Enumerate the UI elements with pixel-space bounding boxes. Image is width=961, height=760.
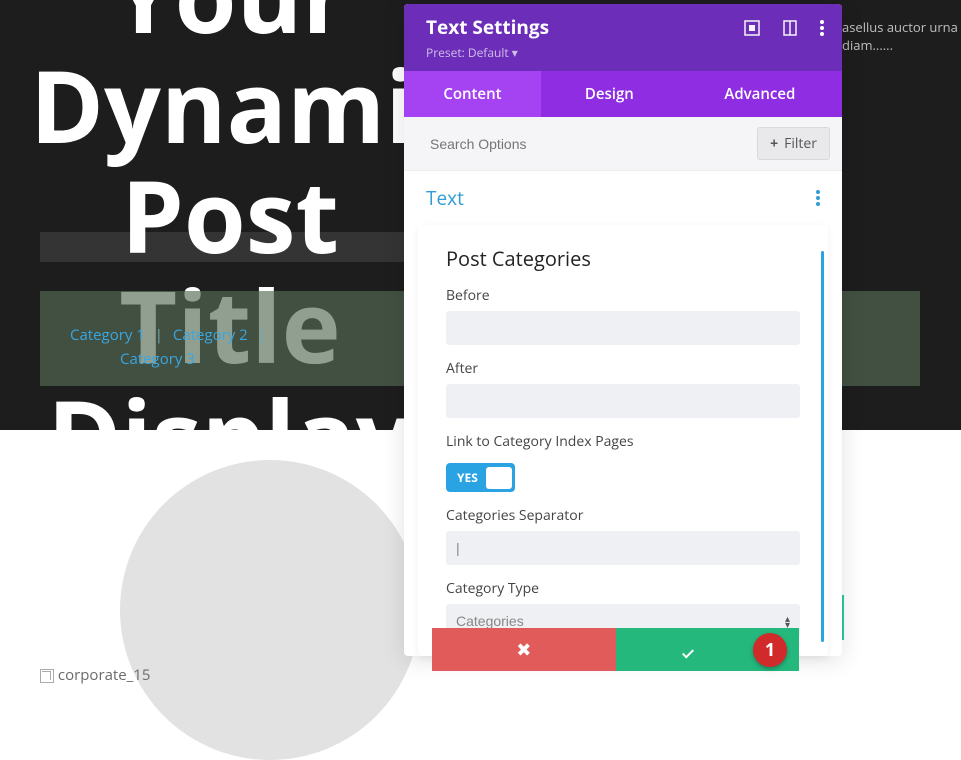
search-filter-row: + Filter <box>404 117 842 171</box>
save-button[interactable]: 1 <box>616 628 800 671</box>
category-link-2[interactable]: Category 2 <box>173 325 248 345</box>
preset-dropdown[interactable]: Preset: Default ▾ <box>426 44 549 61</box>
toggle-knob <box>486 467 512 489</box>
label-category-type: Category Type <box>446 579 800 598</box>
section-title: Text <box>426 185 464 211</box>
close-icon: ✖ <box>516 638 531 662</box>
toggle-link-category[interactable]: YES <box>446 463 515 492</box>
tab-advanced[interactable]: Advanced <box>678 71 842 117</box>
background-paragraph: asellus auctor urna diam...... <box>842 18 958 54</box>
responsive-preview-icon[interactable] <box>782 20 798 36</box>
image-caption: corporate_15 <box>40 665 150 685</box>
check-icon <box>683 644 701 656</box>
tab-content[interactable]: Content <box>404 71 541 117</box>
label-before: Before <box>446 286 800 305</box>
section-menu-icon[interactable] <box>816 190 820 206</box>
section-header[interactable]: Text <box>404 171 842 221</box>
category-link-3[interactable]: Category 3 <box>120 349 195 369</box>
text-settings-modal: Text Settings Preset: Default ▾ Content … <box>404 4 842 656</box>
dynamic-content-card: Post Categories Before After Link to Cat… <box>418 225 828 656</box>
category-sep: | <box>252 325 272 345</box>
cancel-button[interactable]: ✖ <box>432 628 616 671</box>
toggle-yes-label: YES <box>449 466 486 489</box>
input-after[interactable] <box>446 384 800 418</box>
broken-image-icon <box>40 669 54 683</box>
modal-header[interactable]: Text Settings Preset: Default ▾ <box>404 4 842 71</box>
tab-bar: Content Design Advanced <box>404 71 842 117</box>
card-title: Post Categories <box>446 245 800 272</box>
label-link-category: Link to Category Index Pages <box>446 432 800 451</box>
category-sep: | <box>149 325 169 345</box>
scrollbar[interactable] <box>821 251 824 642</box>
modal-title: Text Settings <box>426 14 549 40</box>
notification-badge: 1 <box>753 633 787 667</box>
input-separator[interactable] <box>446 531 800 565</box>
modal-action-bar: ✖ 1 <box>432 628 799 671</box>
label-after: After <box>446 359 800 378</box>
category-link-1[interactable]: Category 1 <box>70 325 145 345</box>
filter-button[interactable]: + Filter <box>757 127 830 160</box>
input-before[interactable] <box>446 311 800 345</box>
search-input[interactable] <box>416 130 757 158</box>
modal-menu-icon[interactable] <box>820 20 824 36</box>
tab-design[interactable]: Design <box>541 71 678 117</box>
label-separator: Categories Separator <box>446 506 800 525</box>
plus-icon: + <box>770 134 778 153</box>
hero-shadow-bar <box>40 232 410 262</box>
expand-icon[interactable] <box>744 20 760 36</box>
